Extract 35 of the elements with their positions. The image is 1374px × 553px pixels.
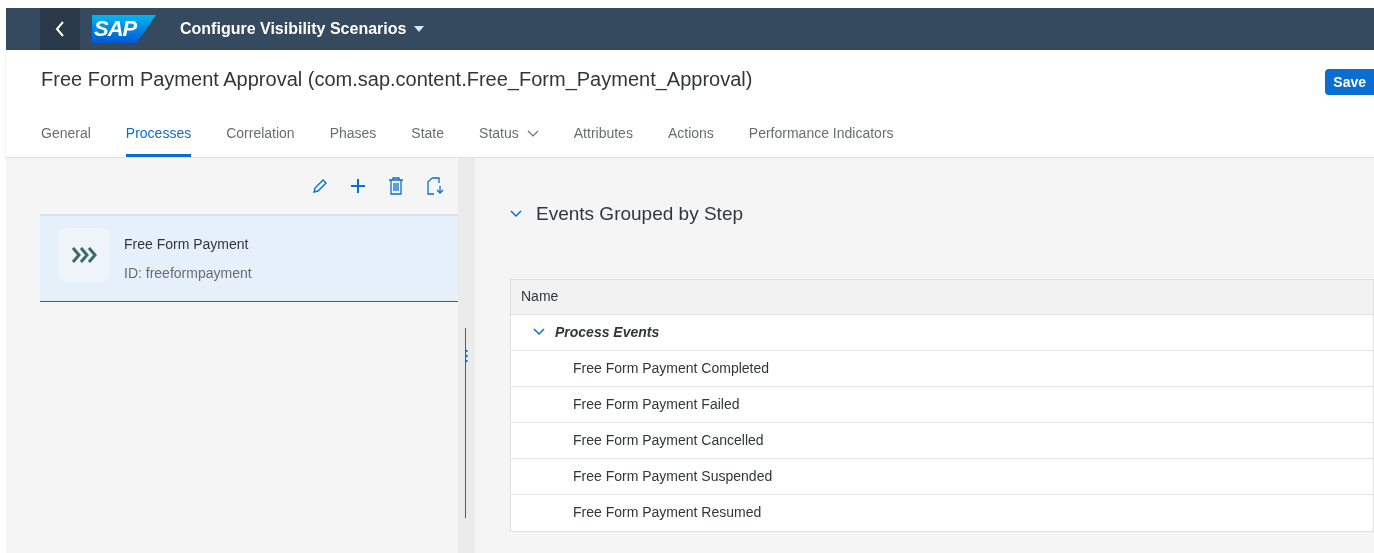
app-title-menu[interactable]: Configure Visibility Scenarios [180,17,425,41]
process-name: Free Form Payment [124,235,250,254]
tab[interactable]: Performance Indicators [748,116,894,157]
section-header[interactable]: Events Grouped by Step [510,200,1374,229]
tab[interactable]: General [41,116,91,157]
tab[interactable]: Actions [667,116,714,157]
chevron-down-icon [526,129,539,137]
process-id: ID: freeformpayment [124,264,252,283]
back-icon [55,21,65,37]
import-icon[interactable] [426,177,444,195]
tab[interactable]: Status [479,116,539,157]
process-list-item[interactable]: Free Form Payment ID: freeformpayment [40,216,458,302]
save-button[interactable]: Save [1325,69,1374,95]
table-cell-text: Free Form Payment Failed [573,394,740,414]
add-icon[interactable] [350,178,366,194]
delete-icon[interactable] [388,177,404,195]
tab[interactable]: Correlation [226,116,295,157]
table-cell-text: Free Form Payment Completed [573,358,770,378]
page-title: Free Form Payment Approval (com.sap.content.Free_Form_Payment_Approval) [41,67,753,93]
process-avatar-icon [58,228,110,282]
chevron-icon[interactable] [510,210,522,219]
logo: SAP [92,15,156,43]
dropdown-icon [414,26,425,32]
chevron-icon[interactable] [533,328,545,336]
table-cell-text: Free Form Payment Resumed [573,503,762,522]
tab[interactable]: Attributes [573,116,633,157]
column-header: Name [520,287,559,306]
tab[interactable]: Phases [329,116,377,157]
group-row[interactable]: Process Events [511,314,1373,351]
table-cell-text: Free Form Payment Suspended [573,466,773,486]
tab[interactable]: State [411,116,445,157]
splitter-handle-icon[interactable] [465,348,468,363]
table-cell-text: Free Form Payment Cancelled [573,430,764,450]
edit-icon[interactable] [312,178,328,194]
back-button[interactable] [40,8,80,50]
